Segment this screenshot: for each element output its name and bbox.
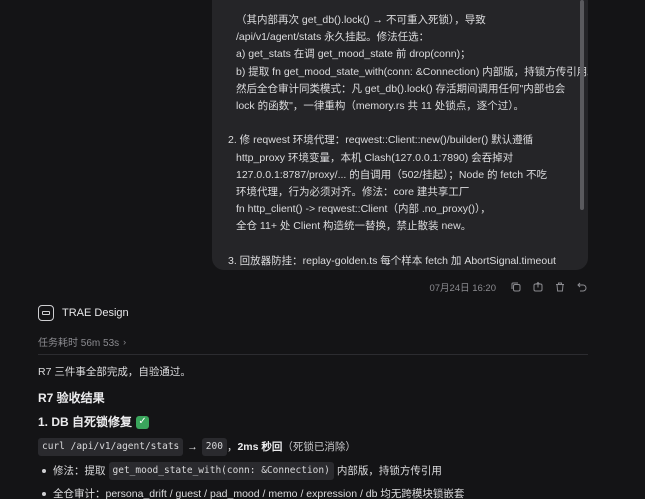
bullet-prefix: 修法：提取 xyxy=(53,465,106,477)
inline-code: get_mood_state_with(conn: &Connection) xyxy=(108,462,334,480)
message-line xyxy=(228,236,578,253)
task-duration: 任务耗时 56m 53s xyxy=(38,338,120,349)
section-title-text: 1. DB 自死锁修复 xyxy=(38,415,133,429)
message-timestamp: 07月24日 16:20 xyxy=(429,283,496,294)
status-code: 200 xyxy=(201,438,227,456)
message-scrollbar[interactable] xyxy=(580,0,584,210)
undo-icon[interactable] xyxy=(576,281,588,293)
section-title: 1. DB 自死锁修复 ✓ xyxy=(38,414,598,430)
trae-logo-icon xyxy=(38,305,54,321)
list-item: 全仓审计：persona_drift / guest / pad_mood / … xyxy=(38,486,598,499)
check-icon: ✓ xyxy=(136,415,150,429)
message-line: fn http_client() -> reqwest::Client（内部 .… xyxy=(236,203,491,216)
message-line: 环境代理，行为必须对齐。修法：core 建共享工厂 xyxy=(236,186,470,199)
separator-text: ， xyxy=(226,441,238,453)
list-item: 修法：提取 get_mood_state_with(conn: &Connect… xyxy=(38,462,598,480)
message-line: 2. 修 reqwest 环境代理：reqwest::Client::new()… xyxy=(228,134,534,147)
response-time: 2ms 秒回 xyxy=(237,441,283,453)
share-icon[interactable] xyxy=(532,281,544,293)
assistant-message: R7 三件事全部完成，自验通过。 R7 验收结果 1. DB 自死锁修复 ✓ c… xyxy=(38,365,598,499)
message-line: lock 的函数"，一律重构（memory.rs 共 11 处锁点，逐个过）。 xyxy=(236,100,525,113)
user-message-text: （其内部再次 get_db().lock() → 不可重入死锁），导致/api/… xyxy=(228,12,588,270)
message-line: http_proxy 环境变量，本机 Clash(127.0.0.1:7890)… xyxy=(236,151,514,164)
assistant-name: TRAE Design xyxy=(62,307,129,319)
arrow-text: → xyxy=(187,441,198,453)
task-duration-toggle[interactable]: 任务耗时 56m 53s › xyxy=(38,334,127,350)
summary-text: R7 三件事全部完成，自验通过。 xyxy=(38,366,191,378)
message-line: a) get_stats 在调 get_mood_state 前 drop(co… xyxy=(236,48,471,61)
result-line: curl /api/v1/agent/stats → 200 ， 2ms 秒回 … xyxy=(38,438,598,456)
user-message-bubble: （其内部再次 get_db().lock() → 不可重入死锁），导致/api/… xyxy=(212,0,588,270)
bullet-suffix: 内部版，持锁方传引用 xyxy=(336,465,442,477)
copy-icon[interactable] xyxy=(510,281,522,293)
message-meta-row: 07月24日 16:20 xyxy=(0,279,588,295)
inline-code: curl /api/v1/agent/stats xyxy=(38,438,184,456)
bullet-dot xyxy=(42,469,46,473)
message-line: b) 提取 fn get_mood_state_with(conn: &Conn… xyxy=(236,65,588,78)
message-line: 127.0.0.1:8787/proxy/... 的自调用（502/挂起）；No… xyxy=(236,168,548,181)
result-heading: R7 验收结果 xyxy=(38,391,105,405)
result-note: （死锁已消除） xyxy=(282,441,356,453)
message-line: （其内部再次 get_db().lock() → 不可重入死锁），导致 xyxy=(236,14,486,26)
chevron-right-icon: › xyxy=(123,336,127,347)
message-line: 3. 回放器防挂：replay-golden.ts 每个样本 fetch 加 A… xyxy=(228,254,556,267)
bullet-dot xyxy=(42,492,46,496)
assistant-header: TRAE Design xyxy=(38,305,129,321)
message-line: 然后全仓审计同类模式：凡 get_db().lock() 存活期间调用任何"内部… xyxy=(236,82,566,95)
message-line: 全仓 11+ 处 Client 构造统一替换，禁止散装 new。 xyxy=(236,220,472,233)
message-line xyxy=(228,115,578,132)
message-line: /api/v1/agent/stats 永久挂起。修法任选： xyxy=(236,31,430,44)
divider xyxy=(38,354,588,355)
bullet-text: 全仓审计：persona_drift / guest / pad_mood / … xyxy=(53,488,465,499)
delete-icon[interactable] xyxy=(554,281,566,293)
